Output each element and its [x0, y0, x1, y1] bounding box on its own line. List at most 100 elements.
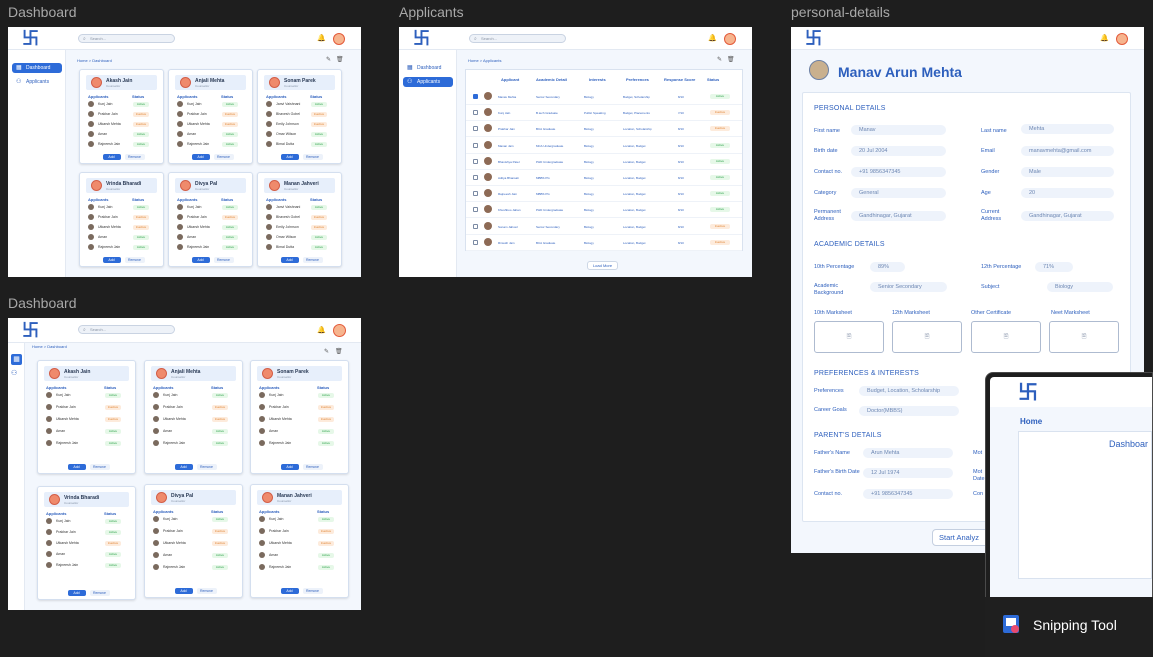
add-button[interactable]: Add [174, 588, 193, 594]
add-button[interactable]: Add [102, 257, 121, 263]
table-row[interactable]: Manav Mehta Senior Secondary Biology Budget… [466, 89, 742, 105]
applicant-row[interactable]: Aman Active [46, 551, 127, 559]
age-field[interactable]: 20 [1021, 188, 1114, 198]
applicant-row[interactable]: Utkarsh Mehta Inactive [46, 540, 127, 548]
applicant-row[interactable]: Bimal Dutta Active [266, 141, 333, 149]
user-avatar[interactable] [1116, 33, 1128, 45]
bell-icon[interactable]: 🔔 [317, 34, 326, 42]
row-checkbox[interactable] [473, 175, 478, 180]
applicant-row[interactable]: Bimal Dutta Active [266, 244, 333, 252]
applicant-row[interactable]: Kunj Jain Active [177, 204, 244, 212]
table-row[interactable]: Sonam Jahveri Senior Secondary Biology Loca… [466, 219, 742, 235]
applicant-row[interactable]: Aman Active [88, 131, 155, 139]
sidebar-item-applicants[interactable]: ⚇ Applicants [12, 77, 62, 87]
edit-icon[interactable]: ✎ [326, 56, 331, 63]
row-checkbox[interactable] [473, 191, 478, 197]
frame-label-dashboard-2[interactable]: Dashboard [8, 295, 77, 311]
load-more-button[interactable]: Load More [587, 261, 618, 270]
applicant-row[interactable]: Aman Active [259, 428, 340, 436]
email-field[interactable]: manavmehta@gmail.com [1021, 146, 1114, 156]
remove-button[interactable]: Remove [124, 154, 145, 160]
bell-icon[interactable]: 🔔 [708, 34, 717, 42]
preferences-field[interactable]: Budget, Location, Scholarship [859, 386, 959, 396]
upload-12th-marksheet[interactable]: 🗎 [892, 321, 962, 353]
add-button[interactable]: Add [191, 257, 210, 263]
breadcrumb[interactable]: Home > Dashboard [77, 58, 112, 63]
academic-background-field[interactable]: Senior Secondary [870, 282, 947, 292]
applicant-row[interactable]: Rajneesh Jain Active [46, 440, 127, 448]
remove-button[interactable]: Remove [196, 464, 217, 470]
upload-neet-marksheet[interactable]: 🗎 [1049, 321, 1119, 353]
applicant-row[interactable]: Utkarsh Mehta Inactive [153, 540, 234, 548]
applicant-row[interactable]: Prakhar Jain Inactive [88, 111, 155, 119]
applicant-row[interactable]: Rajneesh Jain Active [177, 141, 244, 149]
table-row[interactable]: Rajneesh Jain MBBS PG Biology Location, Bud… [466, 186, 742, 203]
add-button[interactable]: Add [280, 464, 299, 470]
applicant-row[interactable]: Aman Active [177, 131, 244, 139]
row-checkbox[interactable] [473, 110, 478, 116]
applicant-row[interactable]: Aman Active [46, 428, 127, 436]
applicant-row[interactable]: Rajneesh Jain Active [153, 440, 234, 448]
contact-field[interactable]: +91 9856347345 [851, 167, 946, 177]
row-checkbox[interactable] [473, 158, 478, 164]
breadcrumb[interactable]: Home > Applicants [468, 58, 501, 63]
bell-icon[interactable]: 🔔 [317, 326, 326, 334]
add-button[interactable]: Add [280, 154, 299, 160]
applicant-row[interactable]: Kunj Jain Active [259, 392, 340, 400]
applicant-row[interactable]: Utkarsh Mehta Inactive [88, 224, 155, 232]
bell-icon[interactable]: 🔔 [1100, 34, 1109, 42]
applicant-row[interactable]: Kunj Jain Active [177, 101, 244, 109]
sidebar-item-dashboard[interactable]: ▦ Dashboard [403, 63, 453, 73]
gender-field[interactable]: Male [1021, 167, 1114, 177]
applicant-row[interactable]: Rajneesh Jain Active [259, 564, 340, 572]
dashboard-icon[interactable]: ▦ [11, 354, 22, 365]
applicant-row[interactable]: Emily Johnson Inactive [266, 121, 333, 129]
remove-button[interactable]: Remove [213, 257, 234, 263]
current-address-field[interactable]: Gandhinagar, Gujarat [1021, 211, 1114, 221]
add-button[interactable]: Add [67, 590, 86, 596]
applicant-row[interactable]: Aman Active [88, 234, 155, 242]
applicant-row[interactable]: Utkarsh Mehta Inactive [46, 416, 127, 424]
edit-icon[interactable]: ✎ [717, 56, 722, 63]
applicant-row[interactable]: Aman Active [259, 552, 340, 560]
applicant-row[interactable]: Rajneesh Jain Active [153, 564, 234, 572]
breadcrumb[interactable]: Home > Dashboard [32, 344, 67, 349]
applicant-row[interactable]: Rajneesh Jain Active [88, 244, 155, 252]
applicant-row[interactable]: Omar Wilson Active [266, 234, 333, 242]
father-name-field[interactable]: Arun Mehta [863, 448, 953, 458]
applicant-row[interactable]: Utkarsh Mehta Inactive [88, 121, 155, 129]
birth-date-field[interactable]: 20 Jul 2004 [851, 146, 946, 156]
overlay-home-link[interactable]: Home [1020, 417, 1042, 426]
row-checkbox[interactable] [473, 223, 478, 229]
remove-button[interactable]: Remove [196, 588, 217, 594]
search-input[interactable]: ⌕ Search... [469, 34, 566, 43]
frame-label-personal-details[interactable]: personal-details [791, 4, 890, 20]
applicant-row[interactable]: Aman Active [177, 234, 244, 242]
applicant-row[interactable]: Utkarsh Mehta Inactive [177, 121, 244, 129]
applicant-row[interactable]: Prakhar Jain Inactive [177, 111, 244, 119]
applicant-row[interactable]: Prakhar Jain Inactive [259, 404, 340, 412]
remove-button[interactable]: Remove [89, 464, 110, 470]
upload-other-certificate[interactable]: 🗎 [971, 321, 1041, 353]
last-name-field[interactable]: Mehta [1021, 124, 1114, 134]
category-field[interactable]: General [851, 188, 946, 198]
applicant-row[interactable]: Aman Active [153, 428, 234, 436]
add-button[interactable]: Add [67, 464, 86, 470]
father-birth-date-field[interactable]: 12 Jul 1974 [863, 468, 953, 478]
sidebar-item-dashboard[interactable]: ▦ Dashboard [12, 63, 62, 73]
permanent-address-field[interactable]: Gandhinagar, Gujarat [851, 211, 946, 221]
applicant-row[interactable]: Rajneesh Jain Active [177, 244, 244, 252]
remove-button[interactable]: Remove [302, 257, 323, 263]
table-row[interactable]: Manan Jain MCA Undergraduate Biology Locati… [466, 138, 742, 154]
12th-percentage-field[interactable]: 71% [1035, 262, 1073, 272]
subject-field[interactable]: Biology [1047, 282, 1113, 292]
search-input[interactable]: ⌕ Search... [78, 325, 175, 334]
remove-button[interactable]: Remove [213, 154, 234, 160]
10th-percentage-field[interactable]: 89% [870, 262, 905, 272]
applicant-row[interactable]: Utkarsh Mehta Active [177, 224, 244, 232]
applicant-row[interactable]: Prakhar Jain Inactive [259, 528, 340, 536]
delete-icon[interactable]: 🗑 [727, 56, 735, 63]
remove-button[interactable]: Remove [302, 588, 323, 594]
add-button[interactable]: Add [280, 588, 299, 594]
table-row[interactable]: Prakhar Jain BCA Graduate Biology Location,… [466, 121, 742, 138]
